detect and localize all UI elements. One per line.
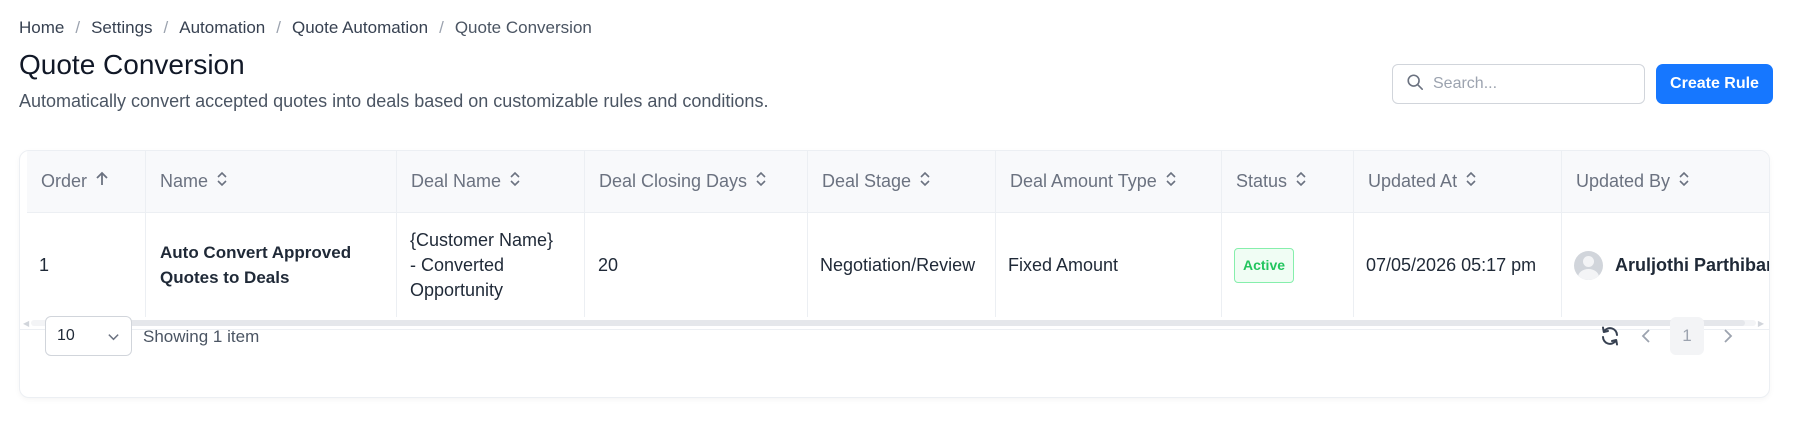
column-label: Deal Amount Type [1010, 171, 1157, 191]
column-label: Name [160, 171, 209, 191]
scroll-left-arrow-icon[interactable]: ◀ [23, 319, 29, 328]
sort-icon[interactable] [911, 171, 931, 192]
breadcrumb-automation[interactable]: Automation [179, 18, 265, 38]
page-size-select[interactable]: 10 [45, 316, 132, 356]
column-header-updated-by[interactable]: Updated By [1562, 151, 1769, 212]
column-header-name[interactable]: Name [146, 151, 397, 212]
sort-icon[interactable] [1670, 171, 1690, 192]
column-label: Updated At [1368, 171, 1458, 191]
deal-amount-type-value: Fixed Amount [1008, 254, 1119, 275]
deal-name-line: - Converted [410, 254, 505, 275]
breadcrumb-home[interactable]: Home [19, 18, 64, 38]
cell-updated-by: Aruljothi Parthiban [1562, 213, 1770, 317]
breadcrumb-settings[interactable]: Settings [91, 18, 152, 38]
breadcrumb-separator: / [163, 18, 169, 37]
rule-name-line: Quotes to Deals [160, 268, 290, 287]
cell-name[interactable]: Auto Convert Approved Quotes to Deals [146, 213, 397, 317]
column-header-deal-name[interactable]: Deal Name [397, 151, 585, 212]
deal-closing-days-value: 20 [598, 254, 619, 275]
table-footer [20, 329, 1769, 397]
breadcrumb-quote-automation[interactable]: Quote Automation [292, 18, 428, 38]
page-title: Quote Conversion [19, 49, 245, 80]
column-header-deal-amount-type[interactable]: Deal Amount Type [996, 151, 1222, 212]
table-row[interactable]: 1 Auto Convert Approved Quotes to Deals … [27, 213, 1770, 317]
column-header-updated-at[interactable]: Updated At [1354, 151, 1562, 212]
showing-count: Showing 1 item [143, 327, 260, 346]
column-header-deal-stage[interactable]: Deal Stage [808, 151, 996, 212]
deal-name-line: {Customer Name} [410, 229, 554, 250]
order-value: 1 [39, 254, 50, 275]
column-label: Deal Closing Days [599, 171, 748, 191]
chevron-right-icon[interactable] [1715, 324, 1739, 348]
search-box[interactable] [1392, 64, 1645, 104]
create-rule-button[interactable]: Create Rule [1656, 64, 1773, 104]
updated-by-value: Aruljothi Parthiban [1615, 254, 1770, 275]
breadcrumb-separator: / [276, 18, 281, 37]
breadcrumb: Home / Settings / Automation / Quote Aut… [19, 18, 592, 38]
column-label: Deal Stage [822, 171, 912, 191]
sort-icon[interactable] [1457, 171, 1477, 192]
scroll-right-arrow-icon[interactable]: ▶ [1758, 319, 1764, 328]
rule-name[interactable]: Auto Convert Approved Quotes to Deals [160, 240, 351, 290]
rules-table-card: Order Name Deal Name Deal Closing Days D… [19, 150, 1770, 398]
breadcrumb-quote-conversion: Quote Conversion [454, 18, 592, 37]
sort-ascending-icon[interactable] [87, 171, 109, 192]
breadcrumb-separator: / [439, 18, 444, 37]
scrollbar-thumb[interactable] [111, 320, 1745, 326]
column-header-status[interactable]: Status [1222, 151, 1354, 212]
column-header-order[interactable]: Order [27, 151, 146, 212]
horizontal-scrollbar[interactable]: ◀ ▶ [23, 317, 1764, 329]
rules-table: Order Name Deal Name Deal Closing Days D… [27, 151, 1770, 317]
cell-updated-at: 07/05/2026 05:17 pm [1354, 213, 1562, 317]
column-header-deal-closing-days[interactable]: Deal Closing Days [585, 151, 808, 212]
column-label: Deal Name [411, 171, 502, 191]
sort-icon[interactable] [208, 171, 228, 192]
chevron-left-icon[interactable] [1635, 324, 1659, 348]
search-input[interactable] [1433, 75, 1633, 93]
column-label: Status [1236, 171, 1288, 191]
updated-at-value: 07/05/2026 05:17 pm [1366, 254, 1537, 275]
page-size-value: 10 [57, 327, 75, 344]
table-header-row: Order Name Deal Name Deal Closing Days D… [27, 151, 1769, 213]
status-badge: Active [1234, 247, 1295, 283]
page-number-button[interactable]: 1 [1670, 317, 1704, 355]
column-label: Updated By [1576, 171, 1671, 191]
deal-name-line: Opportunity [410, 279, 504, 300]
cell-deal-stage: Negotiation/Review [808, 213, 996, 317]
cell-deal-closing-days: 20 [585, 213, 808, 317]
cell-deal-name: {Customer Name} - Converted Opportunity [397, 213, 585, 317]
cell-deal-amount-type: Fixed Amount [996, 213, 1222, 317]
cell-status: Active [1222, 213, 1354, 317]
search-icon [1406, 73, 1424, 96]
chevron-down-icon [107, 330, 120, 348]
sort-icon[interactable] [747, 171, 767, 192]
sort-icon[interactable] [501, 171, 521, 192]
cell-order: 1 [27, 213, 146, 317]
deal-stage-value: Negotiation/Review [820, 254, 976, 275]
sort-icon[interactable] [1287, 171, 1307, 192]
column-label: Order [41, 171, 88, 191]
user-avatar-icon [1574, 250, 1603, 280]
page-description: Automatically convert accepted quotes in… [19, 91, 769, 111]
sort-icon[interactable] [1157, 171, 1177, 192]
refresh-icon[interactable] [1598, 324, 1622, 348]
breadcrumb-separator: / [75, 18, 81, 37]
rule-name-line: Auto Convert Approved [160, 243, 352, 262]
